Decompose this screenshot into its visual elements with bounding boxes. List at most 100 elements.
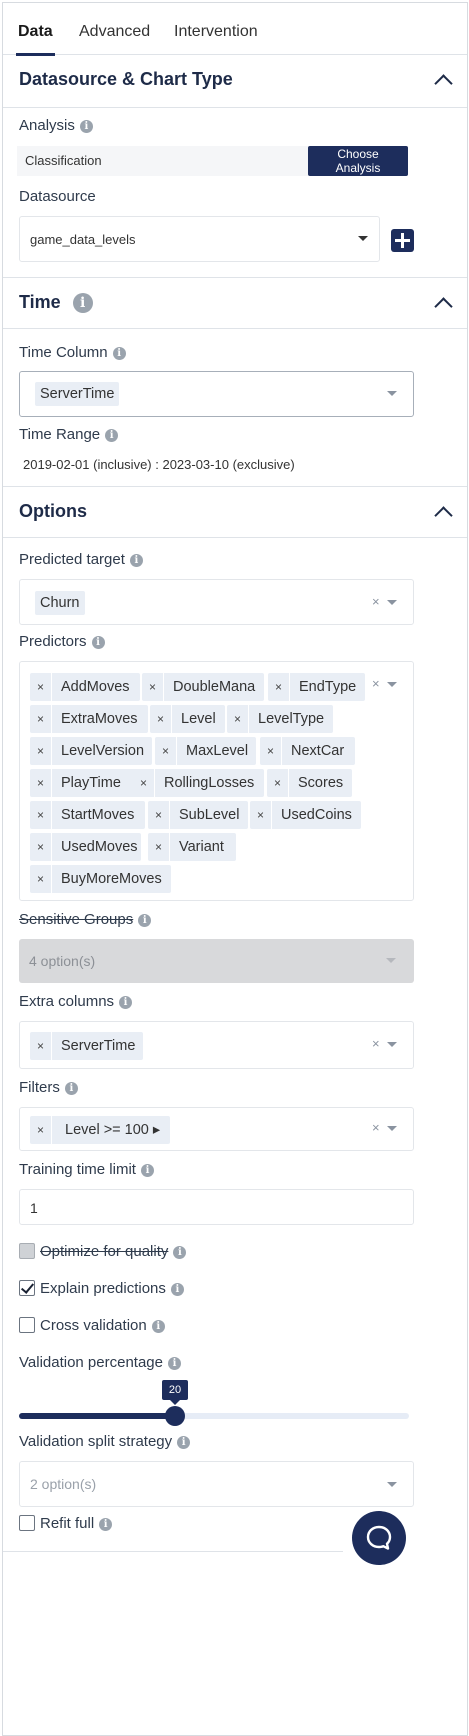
remove-chip-icon[interactable]: × — [155, 737, 177, 765]
settings-panel: Data Advanced Intervention Datasource & … — [2, 2, 468, 1736]
filters-label-text: Filters — [19, 1079, 60, 1096]
predictor-chip: × DoubleMana — [142, 673, 264, 701]
clear-icon[interactable]: × — [372, 1036, 380, 1051]
info-icon[interactable]: i — [138, 913, 152, 927]
predicted-target-label: Predicted target i — [19, 551, 143, 568]
remove-chip-icon[interactable]: × — [30, 705, 52, 733]
time-range-value[interactable]: 2019-02-01 (inclusive) : 2023-03-10 (exc… — [23, 457, 295, 472]
info-icon[interactable]: i — [79, 119, 93, 133]
info-icon[interactable]: i — [64, 1081, 78, 1095]
section-title-time-text: Time — [19, 292, 61, 312]
info-icon[interactable]: i — [91, 635, 105, 649]
chevron-up-icon[interactable] — [435, 504, 449, 518]
refit-full-checkbox[interactable] — [19, 1515, 35, 1531]
predictor-chip: × Level — [150, 705, 225, 733]
tab-intervention[interactable]: Intervention — [174, 23, 258, 41]
info-icon[interactable]: i — [140, 1163, 154, 1177]
info-icon[interactable]: i — [119, 995, 133, 1009]
explain-predictions-label-text: Explain predictions — [40, 1280, 166, 1297]
remove-chip-icon[interactable]: × — [133, 769, 155, 797]
refit-full-label[interactable]: Refit full i — [40, 1515, 113, 1532]
predictor-chip: × UsedCoins — [250, 801, 361, 829]
explain-predictions-label[interactable]: Explain predictions i — [40, 1280, 184, 1297]
tab-advanced[interactable]: Advanced — [79, 23, 150, 41]
remove-chip-icon[interactable]: × — [30, 769, 52, 797]
chevron-up-icon[interactable] — [435, 295, 449, 309]
predictor-chip: × SubLevel — [148, 801, 248, 829]
remove-chip-icon[interactable]: × — [267, 769, 289, 797]
remove-chip-icon[interactable]: × — [250, 801, 272, 829]
info-icon[interactable]: i — [129, 553, 143, 567]
cross-validation-checkbox[interactable] — [19, 1317, 35, 1333]
training-time-limit-input[interactable]: 1 — [19, 1189, 414, 1225]
filters-select[interactable]: × Level >= 100 ▸ × — [19, 1107, 414, 1151]
datasource-select[interactable]: game_data_levels — [19, 216, 380, 262]
predicted-target-label-text: Predicted target — [19, 551, 125, 568]
remove-chip-icon[interactable]: × — [30, 865, 52, 893]
filter-chip[interactable]: × Level >= 100 ▸ — [30, 1116, 170, 1144]
predictor-chip: × RollingLosses — [133, 769, 264, 797]
predictor-chip: × LevelType — [227, 705, 333, 733]
predictor-chip-label: RollingLosses — [164, 775, 255, 791]
remove-chip-icon[interactable]: × — [30, 673, 52, 701]
predictor-chip: × StartMoves — [30, 801, 145, 829]
predictor-chip-label: DoubleMana — [173, 679, 256, 695]
analysis-label: Analysis i — [19, 117, 93, 134]
info-icon[interactable]: i — [177, 1435, 191, 1449]
tab-data[interactable]: Data — [16, 23, 55, 56]
chevron-up-icon[interactable] — [435, 72, 449, 86]
section-header-time[interactable]: Time i — [3, 277, 467, 329]
clear-icon[interactable]: × — [372, 676, 380, 691]
remove-chip-icon[interactable]: × — [260, 737, 282, 765]
predictor-chip: × EndType — [268, 673, 365, 701]
remove-chip-icon[interactable]: × — [268, 673, 290, 701]
explain-predictions-checkbox[interactable] — [19, 1280, 35, 1296]
predictor-chip: × ExtraMoves — [30, 705, 148, 733]
predictors-select[interactable]: × × AddMoves × DoubleMana × EndType × ExtraM… — [19, 661, 414, 901]
section-title-time: Time i — [19, 292, 93, 314]
predictor-chip: × Variant — [148, 833, 236, 861]
remove-chip-icon[interactable]: × — [227, 705, 249, 733]
extra-columns-select[interactable]: × ServerTime × — [19, 1021, 414, 1069]
remove-chip-icon[interactable]: × — [30, 1032, 52, 1060]
choose-analysis-button[interactable]: Choose Analysis — [308, 146, 408, 176]
info-icon[interactable]: i — [99, 1517, 113, 1531]
datasource-label: Datasource — [19, 188, 96, 205]
info-icon[interactable]: i — [170, 1282, 184, 1296]
info-icon[interactable]: i — [151, 1319, 165, 1333]
remove-chip-icon[interactable]: × — [30, 801, 52, 829]
info-icon[interactable]: i — [72, 293, 93, 314]
clear-icon[interactable]: × — [372, 594, 380, 609]
predictors-label: Predictors i — [19, 633, 105, 650]
validation-percentage-slider[interactable] — [19, 1413, 409, 1419]
section-header-options[interactable]: Options — [3, 486, 467, 538]
predicted-target-select[interactable]: Churn × — [19, 579, 414, 625]
divider — [3, 1551, 343, 1552]
predicted-target-tag: Churn — [35, 591, 85, 615]
predictor-chip-label: BuyMoreMoves — [61, 871, 162, 887]
info-icon[interactable]: i — [173, 1245, 187, 1259]
time-range-label: Time Range i — [19, 426, 119, 443]
remove-chip-icon[interactable]: × — [30, 1116, 52, 1144]
predictor-chip: × BuyMoreMoves — [30, 865, 171, 893]
info-icon[interactable]: i — [105, 428, 119, 442]
optimize-quality-checkbox — [19, 1243, 35, 1259]
sensitive-groups-placeholder: 4 option(s) — [29, 953, 96, 969]
remove-chip-icon[interactable]: × — [142, 673, 164, 701]
info-icon[interactable]: i — [112, 346, 126, 360]
time-column-select[interactable]: ServerTime — [19, 371, 414, 417]
slider-handle[interactable] — [165, 1406, 185, 1426]
remove-chip-icon[interactable]: × — [148, 801, 170, 829]
info-icon[interactable]: i — [168, 1356, 181, 1370]
add-datasource-button[interactable] — [391, 229, 414, 252]
chat-support-button[interactable] — [352, 1511, 406, 1565]
predictor-chip-label: Variant — [179, 839, 224, 855]
remove-chip-icon[interactable]: × — [30, 737, 52, 765]
cross-validation-label[interactable]: Cross validation i — [40, 1317, 165, 1334]
section-header-datasource[interactable]: Datasource & Chart Type — [3, 52, 467, 108]
validation-split-select[interactable]: 2 option(s) — [19, 1461, 414, 1507]
remove-chip-icon[interactable]: × — [30, 833, 52, 861]
remove-chip-icon[interactable]: × — [150, 705, 172, 733]
remove-chip-icon[interactable]: × — [148, 833, 170, 861]
clear-icon[interactable]: × — [372, 1120, 380, 1135]
